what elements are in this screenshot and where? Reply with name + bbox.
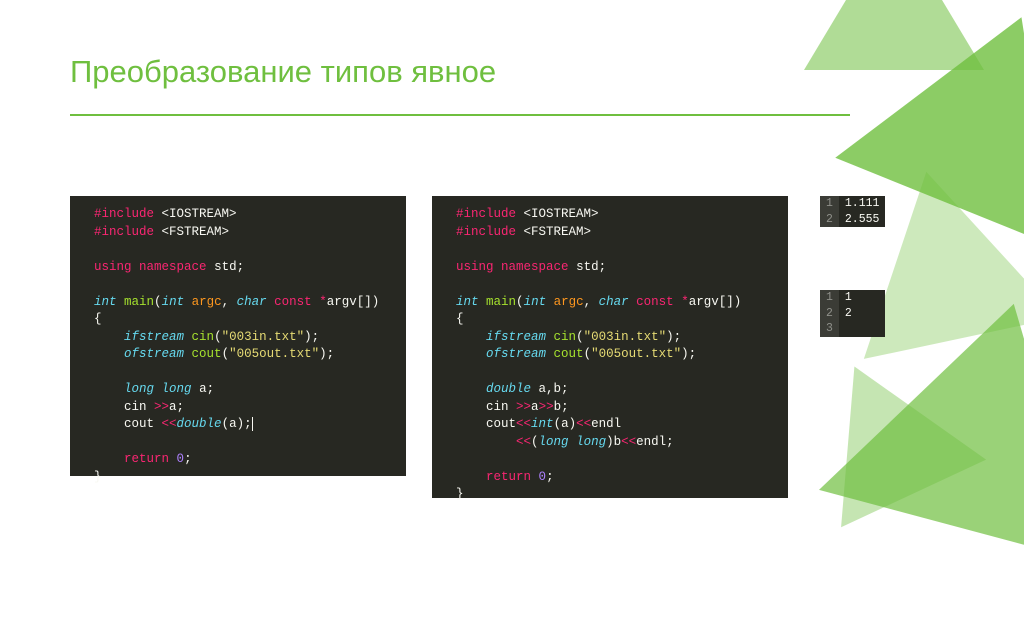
operator: <<: [576, 417, 591, 431]
code-block-2: #include <IOSTREAM> #include <FSTREAM> u…: [432, 196, 788, 498]
operator: >>: [154, 400, 169, 414]
param: argc: [192, 295, 222, 309]
preproc: #include: [94, 207, 154, 221]
identifier: a;: [169, 400, 184, 414]
identifier: cin: [192, 330, 215, 344]
output-row: 11.111: [820, 196, 885, 212]
type: long: [576, 435, 606, 449]
keyword: using: [456, 260, 494, 274]
number: 0: [177, 452, 185, 466]
string: "003in.txt": [222, 330, 305, 344]
number: 0: [539, 470, 547, 484]
output-row: 22.555: [820, 212, 885, 228]
type: int: [524, 295, 547, 309]
keyword: namespace: [139, 260, 207, 274]
line-number: 2: [820, 306, 839, 322]
output-row: 3: [820, 321, 885, 337]
type: long: [539, 435, 569, 449]
type: char: [599, 295, 629, 309]
slide: Преобразование типов явное #include <IOS…: [0, 0, 1024, 574]
operator: <<: [621, 435, 636, 449]
string: "005out.txt": [591, 347, 681, 361]
param: argc: [554, 295, 584, 309]
type: ifstream: [124, 330, 184, 344]
preproc: #include: [456, 225, 516, 239]
type: ofstream: [124, 347, 184, 361]
type: double: [486, 382, 531, 396]
type: long: [162, 382, 192, 396]
paren: (: [531, 435, 539, 449]
keyword: return: [124, 452, 169, 466]
identifier: endl;: [636, 435, 674, 449]
title-underline: [70, 114, 850, 116]
operator: >>: [539, 400, 554, 414]
output-value: [839, 321, 885, 337]
output-row: 22: [820, 306, 885, 322]
output-block-1: 11.111 22.555: [820, 196, 885, 227]
identifier: cin: [554, 330, 577, 344]
string: "005out.txt": [229, 347, 319, 361]
identifier: a,b;: [539, 382, 569, 396]
type: int: [94, 295, 117, 309]
keyword: const: [636, 295, 674, 309]
header-name: <FSTREAM>: [162, 225, 230, 239]
type: ifstream: [486, 330, 546, 344]
type: int: [456, 295, 479, 309]
operator: <<: [516, 435, 531, 449]
header-name: <IOSTREAM>: [524, 207, 599, 221]
keyword: const: [274, 295, 312, 309]
output-block-2: 11 22 3: [820, 290, 885, 337]
preproc: #include: [94, 225, 154, 239]
identifier: cin: [486, 400, 516, 414]
code-block-1: #include <IOSTREAM> #include <FSTREAM> u…: [70, 196, 406, 476]
output-value: 2.555: [839, 212, 886, 228]
preproc: #include: [456, 207, 516, 221]
output-value: 1: [839, 290, 885, 306]
identifier: cout: [554, 347, 584, 361]
identifier: a: [531, 400, 539, 414]
identifier: )b: [606, 435, 621, 449]
identifier: a: [199, 382, 207, 396]
function-name: main: [486, 295, 516, 309]
identifier: endl: [591, 417, 621, 431]
header-name: <FSTREAM>: [524, 225, 592, 239]
line-number: 1: [820, 290, 839, 306]
output-row: 11: [820, 290, 885, 306]
identifier: cout: [192, 347, 222, 361]
identifier: cout: [486, 417, 516, 431]
keyword: namespace: [501, 260, 569, 274]
operator: >>: [516, 400, 531, 414]
output-value: 1.111: [839, 196, 886, 212]
identifier: (a);: [222, 417, 253, 431]
line-number: 3: [820, 321, 839, 337]
type: double: [177, 417, 222, 431]
identifier: std: [576, 260, 599, 274]
type: char: [237, 295, 267, 309]
keyword: return: [486, 470, 531, 484]
type: long: [124, 382, 154, 396]
param: argv: [689, 295, 719, 309]
line-number: 2: [820, 212, 839, 228]
type: int: [162, 295, 185, 309]
type: ofstream: [486, 347, 546, 361]
output-value: 2: [839, 306, 885, 322]
operator: <<: [162, 417, 177, 431]
param: argv: [327, 295, 357, 309]
slide-title: Преобразование типов явное: [70, 54, 496, 90]
identifier: (a): [554, 417, 577, 431]
header-name: <IOSTREAM>: [162, 207, 237, 221]
operator: <<: [516, 417, 531, 431]
keyword: using: [94, 260, 132, 274]
identifier: b;: [554, 400, 569, 414]
string: "003in.txt": [584, 330, 667, 344]
identifier: cin: [124, 400, 154, 414]
function-name: main: [124, 295, 154, 309]
type: int: [531, 417, 554, 431]
line-number: 1: [820, 196, 839, 212]
identifier: std: [214, 260, 237, 274]
identifier: cout: [124, 417, 162, 431]
